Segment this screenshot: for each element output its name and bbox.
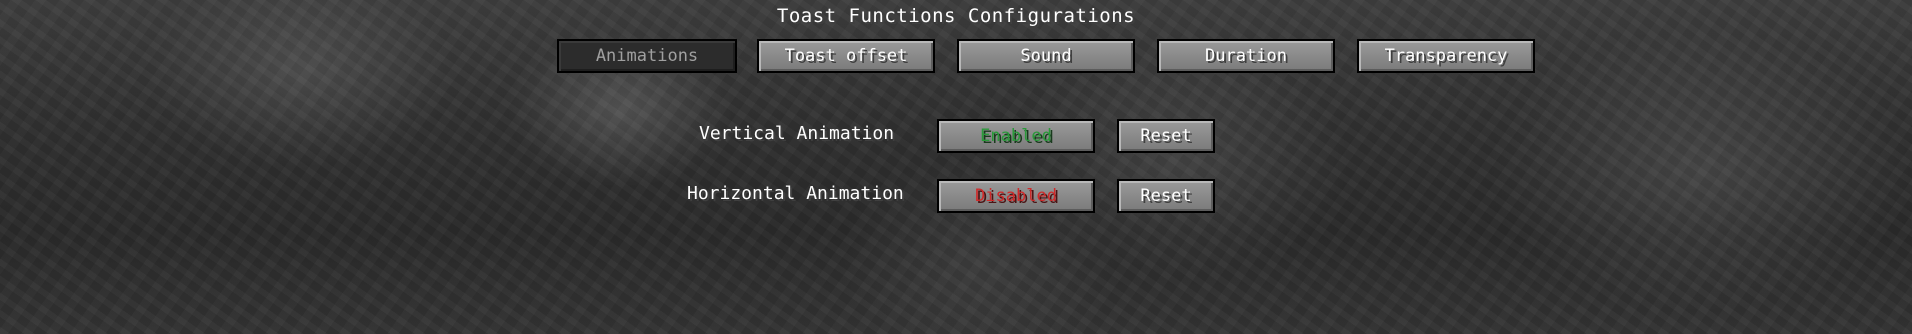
horizontal-animation-label: Horizontal Animation — [687, 183, 904, 204]
vertical-animation-reset-button[interactable]: Reset — [1117, 119, 1215, 153]
vertical-animation-toggle[interactable]: Enabled — [937, 119, 1095, 153]
vertical-animation-label: Vertical Animation — [699, 123, 895, 144]
horizontal-animation-toggle[interactable]: Disabled — [937, 179, 1095, 213]
tab-animations[interactable]: Animations — [557, 39, 737, 73]
tab-sound[interactable]: Sound — [957, 39, 1135, 73]
tab-transparency[interactable]: Transparency — [1357, 39, 1535, 73]
background-panorama — [0, 0, 1912, 334]
screen-title: Toast Functions Configurations — [776, 5, 1136, 27]
tab-toast-offset[interactable]: Toast offset — [757, 39, 935, 73]
tab-duration[interactable]: Duration — [1157, 39, 1335, 73]
horizontal-animation-reset-button[interactable]: Reset — [1117, 179, 1215, 213]
